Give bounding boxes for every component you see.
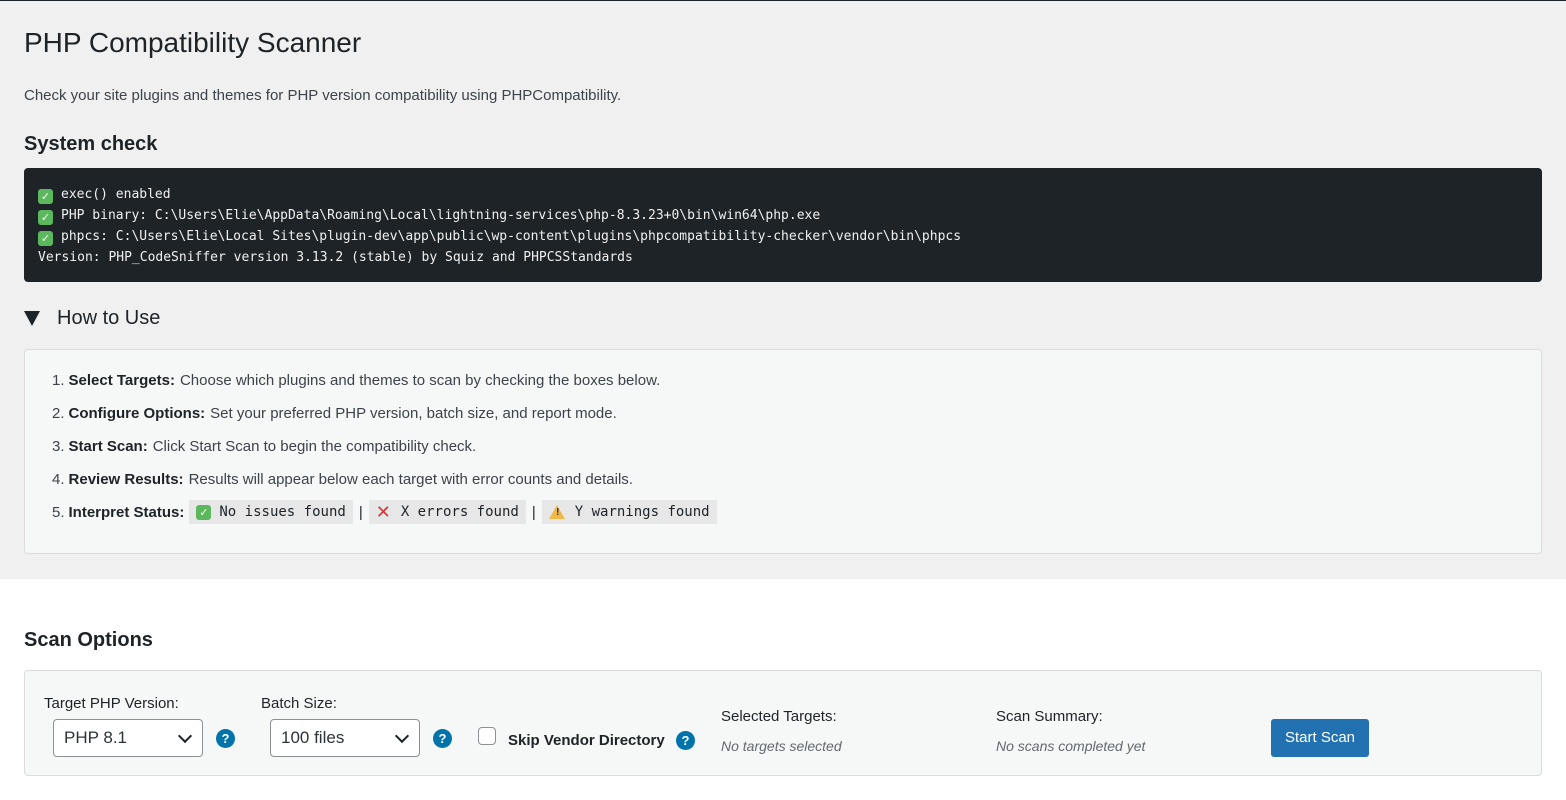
step-text: Click Start Scan to begin the compatibil… (152, 438, 477, 455)
step-label: Start Scan: (68, 438, 148, 455)
console-line: ✓ phpcs: C:\Users\Elie\Local Sites\plugin… (38, 226, 1528, 247)
status-ok-legend: ✓ No issues found (189, 500, 353, 524)
step-label: Review Results: (68, 471, 184, 488)
check-icon: ✓ (38, 189, 53, 204)
page-title: PHP Compatibility Scanner (24, 27, 362, 58)
cross-icon: ✕ (375, 501, 391, 523)
step-number: 2. (52, 405, 65, 422)
selected-targets-label: Selected Targets: (721, 708, 837, 725)
batch-size-select[interactable]: 100 files (270, 719, 420, 757)
batch-size-label: Batch Size: (261, 695, 337, 712)
step-text: Set your preferred PHP version, batch si… (210, 405, 617, 422)
step-number: 5. (52, 503, 65, 521)
console-line: ✓ exec() enabled (38, 184, 1528, 205)
step-label: Interpret Status: (68, 503, 185, 521)
batch-size-value: 100 files (281, 728, 345, 747)
chevron-down-icon (177, 728, 193, 744)
check-icon: ✓ (38, 231, 53, 246)
selected-targets-value: No targets selected (721, 738, 842, 754)
console-line-text: phpcs: C:\Users\Elie\Local Sites\plugin-… (61, 229, 962, 244)
status-warning-text: Y warnings found (574, 504, 710, 520)
step-item: 4. Review Results: Results will appear b… (52, 471, 633, 488)
php-version-select[interactable]: PHP 8.1 (53, 719, 203, 757)
status-error-text: X errors found (400, 504, 519, 520)
how-to-use-title: How to Use (57, 307, 161, 329)
scan-options-panel: Target PHP Version: PHP 8.1 ? Batch Size… (24, 670, 1542, 776)
check-icon: ✓ (196, 504, 212, 520)
warning-icon (548, 505, 565, 519)
system-check-heading: System check (24, 133, 158, 155)
page-intro: Check your site plugins and themes for P… (24, 87, 622, 104)
step-label: Select Targets: (68, 372, 175, 389)
status-warning-legend: Y warnings found (541, 500, 717, 524)
step-text: Choose which plugins and themes to scan … (179, 372, 661, 389)
step-text: Results will appear below each target wi… (188, 471, 633, 488)
how-to-use-toggle[interactable]: How to Use (24, 307, 160, 330)
skip-vendor-checkbox[interactable] (478, 727, 496, 745)
step-number: 1. (52, 372, 65, 389)
legend-separator: | (358, 503, 363, 521)
status-error-legend: ✕ X errors found (368, 500, 526, 524)
console-line: ✓ PHP binary: C:\Users\Elie\AppData\Roami… (38, 205, 1528, 226)
system-check-console: ✓ exec() enabled ✓ PHP binary: C:\Users\El… (24, 168, 1542, 282)
legend-separator: | (531, 503, 536, 521)
status-ok-text: No issues found (219, 504, 346, 520)
how-to-use-panel: 1. Select Targets: Choose which plugins … (24, 349, 1542, 554)
php-version-value: PHP 8.1 (64, 728, 128, 747)
scan-options-heading: Scan Options (24, 629, 153, 651)
help-icon[interactable]: ? (433, 729, 452, 748)
help-icon[interactable]: ? (216, 729, 235, 748)
step-label: Configure Options: (68, 405, 206, 422)
console-line-text: Version: PHP_CodeSniffer version 3.13.2 … (38, 250, 633, 265)
step-number: 3. (52, 438, 65, 455)
start-scan-button[interactable]: Start Scan (1271, 719, 1369, 757)
check-icon: ✓ (38, 210, 53, 225)
step-item: 3. Start Scan: Click Start Scan to begin… (52, 438, 476, 455)
step-number: 4. (52, 471, 65, 488)
disclosure-triangle-icon (24, 311, 40, 326)
chevron-down-icon (394, 728, 410, 744)
step-item: 2. Configure Options: Set your preferred… (52, 405, 617, 422)
console-line-text: exec() enabled (61, 187, 171, 202)
step-item: 5. Interpret Status: ✓ No issues found |… (52, 500, 717, 524)
console-line: Version: PHP_CodeSniffer version 3.13.2 … (38, 247, 1528, 268)
step-item: 1. Select Targets: Choose which plugins … (52, 372, 660, 389)
php-version-label: Target PHP Version: (44, 695, 179, 712)
scan-summary-label: Scan Summary: (996, 708, 1103, 725)
skip-vendor-label[interactable]: Skip Vendor Directory (508, 732, 665, 749)
top-border (0, 0, 1566, 1)
help-icon[interactable]: ? (676, 731, 695, 750)
console-line-text: PHP binary: C:\Users\Elie\AppData\Roamin… (61, 208, 821, 223)
scan-summary-value: No scans completed yet (996, 738, 1146, 754)
